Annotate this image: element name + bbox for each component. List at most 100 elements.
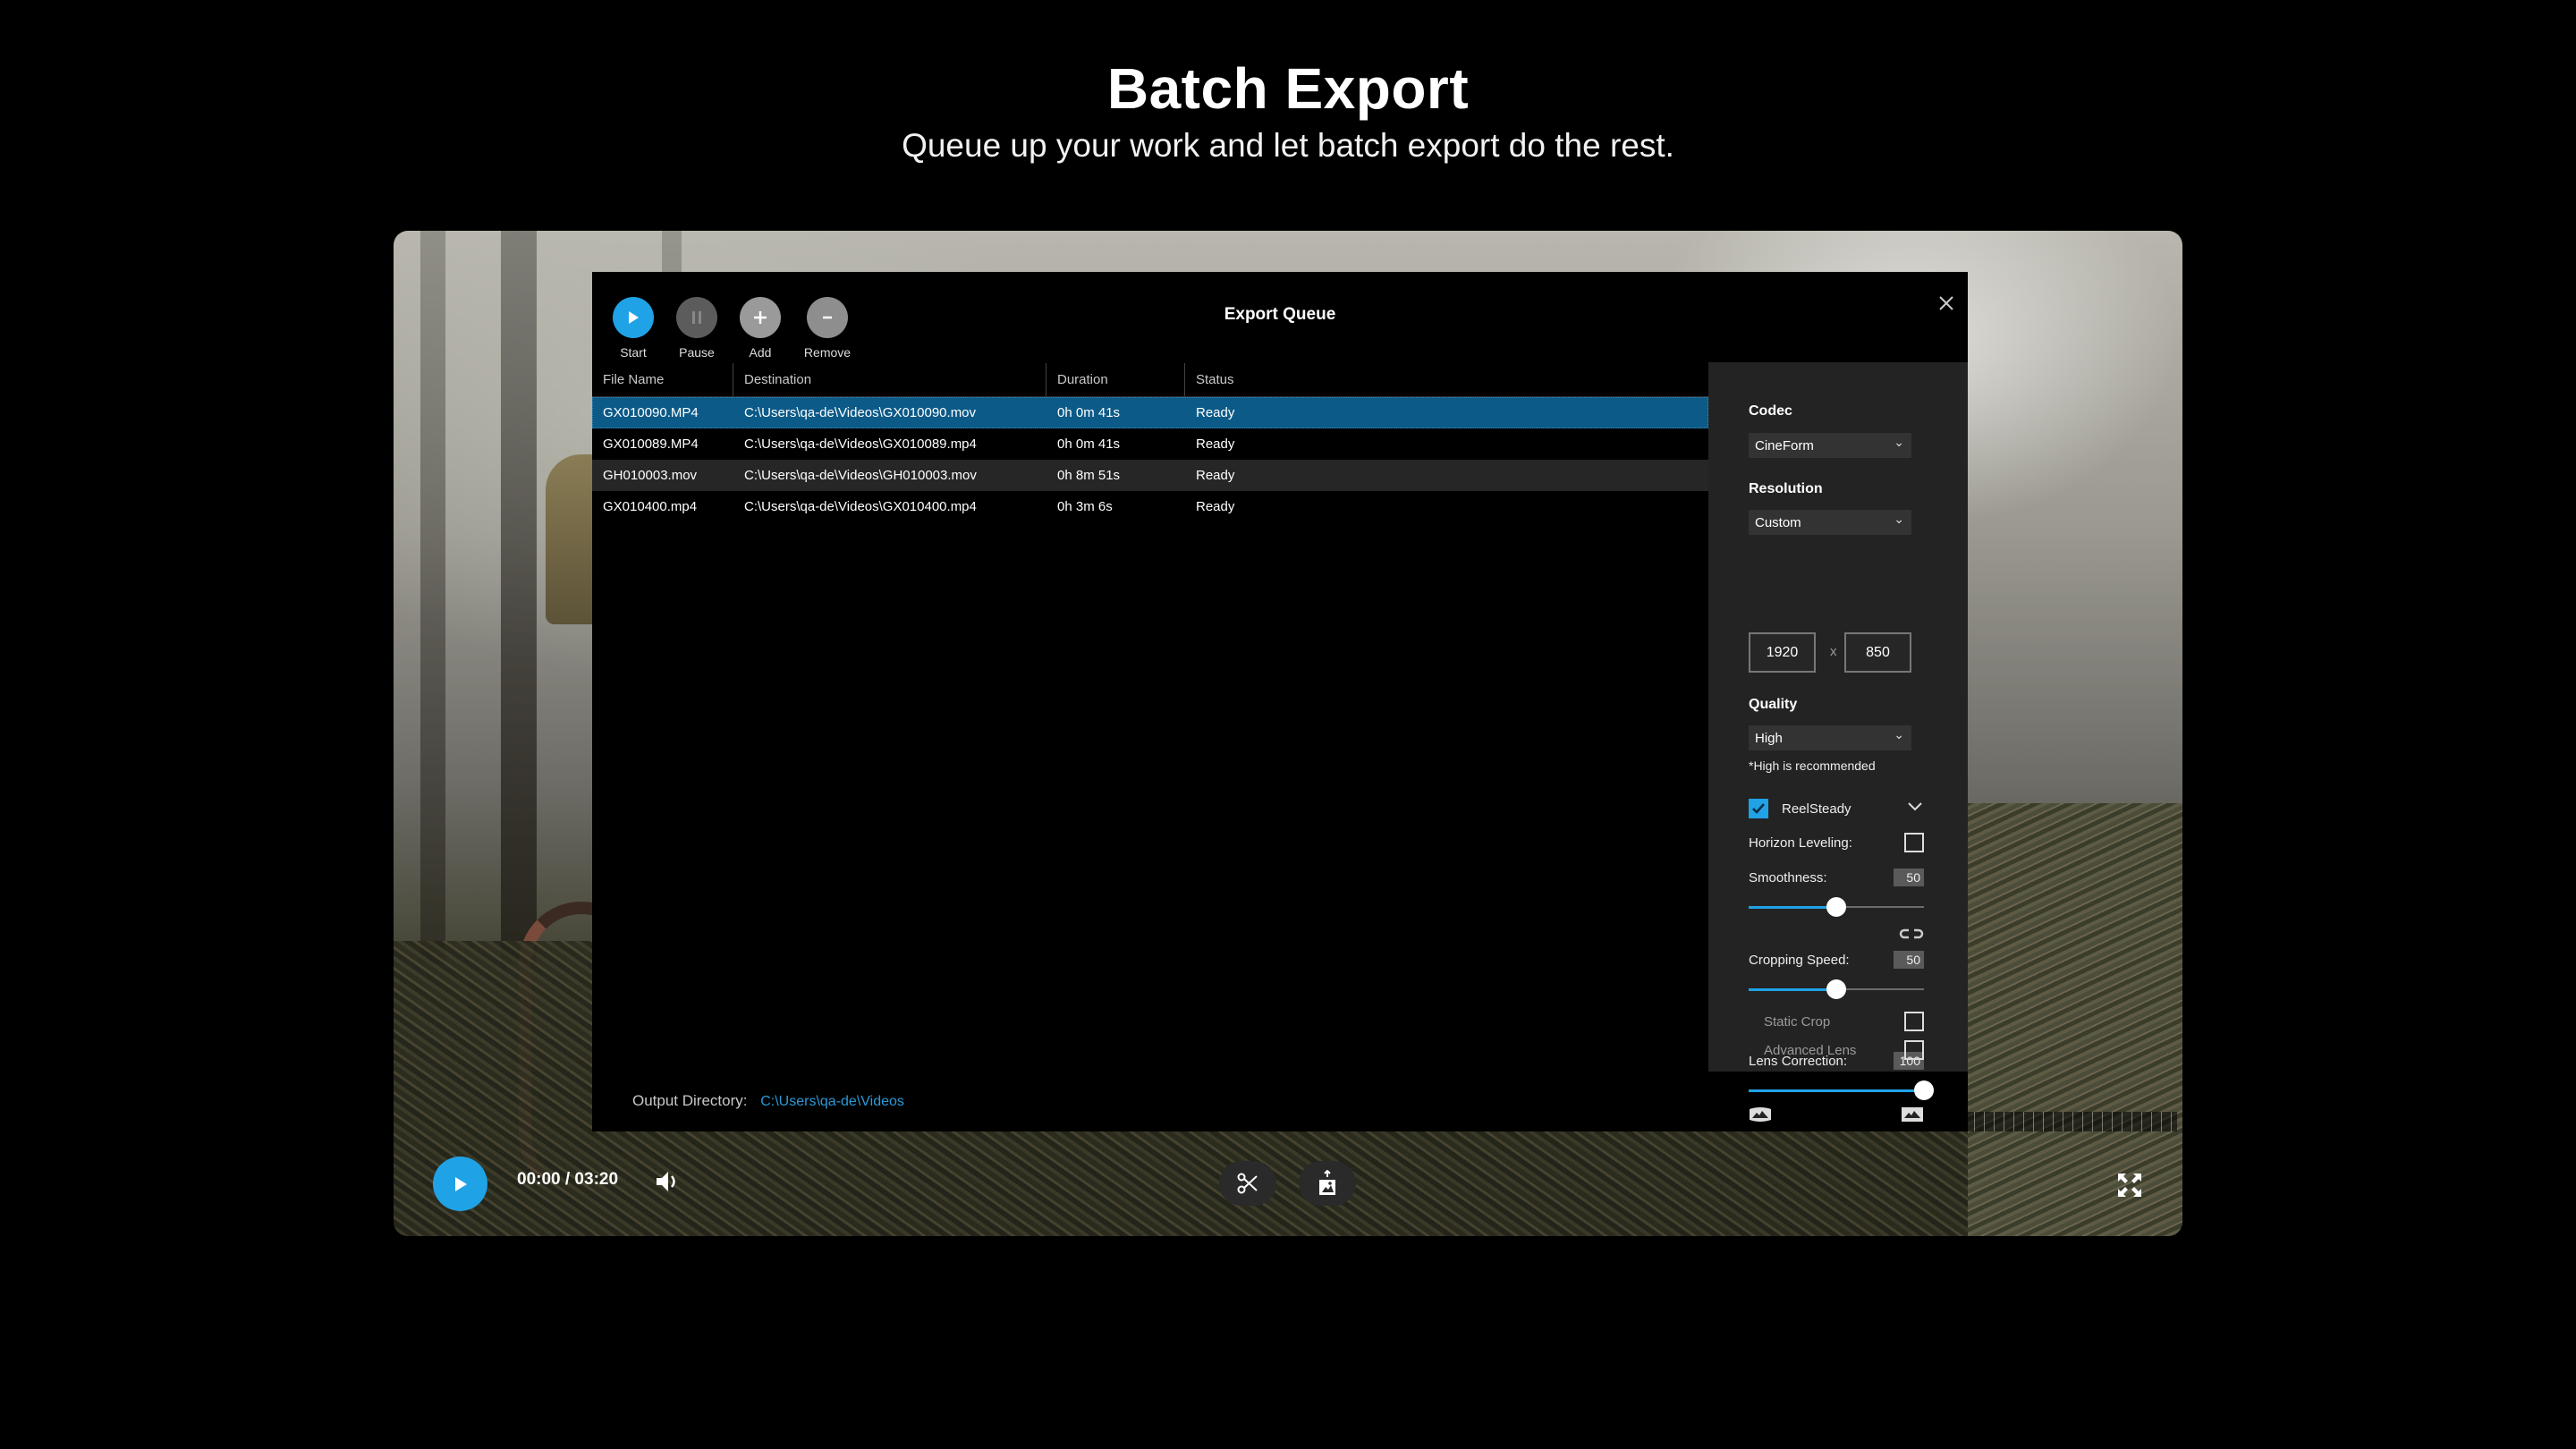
- linear-lens-icon: [1901, 1106, 1924, 1128]
- trim-button[interactable]: [1219, 1161, 1276, 1206]
- pause-icon: [692, 311, 701, 324]
- resolution-separator: x: [1830, 644, 1837, 659]
- horizon-leveling-row: Horizon Leveling:: [1749, 833, 1924, 854]
- resolution-width-input[interactable]: 1920: [1749, 632, 1816, 673]
- cell-duration: 0h 8m 51s: [1057, 468, 1121, 483]
- cell-destination: C:\Users\qa-de\Videos\GX010089.mp4: [744, 436, 977, 452]
- fisheye-icon: [1749, 1106, 1772, 1128]
- cell-status: Ready: [1196, 436, 1235, 452]
- quality-hint: *High is recommended: [1749, 758, 1876, 773]
- player-timecode: 00:00 / 03:20: [517, 1170, 619, 1189]
- chevron-down-icon: ⌄: [1894, 727, 1904, 741]
- play-icon: [629, 311, 639, 324]
- page-subtitle: Queue up your work and let batch export …: [902, 127, 1674, 164]
- column-header-status[interactable]: Status: [1185, 363, 1708, 396]
- remove-button[interactable]: Remove: [802, 297, 852, 360]
- ground-texture-right: [1968, 803, 2182, 1236]
- smoothness-value: 50: [1894, 869, 1924, 886]
- add-button[interactable]: Add: [739, 297, 782, 360]
- minus-icon: [823, 316, 832, 319]
- chevron-down-icon: ⌄: [1894, 435, 1904, 449]
- slider-thumb[interactable]: [1914, 1080, 1934, 1100]
- slider-fill: [1749, 906, 1836, 909]
- lens-correction-slider[interactable]: [1749, 1080, 1934, 1100]
- reelsteady-checkbox[interactable]: [1749, 799, 1768, 818]
- cell-duration: 0h 0m 41s: [1057, 405, 1121, 420]
- column-header-destination[interactable]: Destination: [733, 363, 1046, 396]
- link-toggle[interactable]: [1899, 928, 1924, 945]
- volume-button[interactable]: [653, 1167, 682, 1200]
- cell-file-name: GX010400.mp4: [603, 499, 698, 514]
- cell-duration: 0h 0m 41s: [1057, 436, 1121, 452]
- codec-value: CineForm: [1755, 438, 1814, 453]
- table-row[interactable]: GX010090.MP4 C:\Users\qa-de\Videos\GX010…: [592, 397, 1708, 428]
- chevron-down-icon: ⌄: [1894, 512, 1904, 526]
- fullscreen-button[interactable]: [2116, 1172, 2143, 1203]
- cell-destination: C:\Users\qa-de\Videos\GX010400.mp4: [744, 499, 977, 514]
- horizon-leveling-label: Horizon Leveling:: [1749, 835, 1852, 851]
- table-row[interactable]: GX010089.MP4 C:\Users\qa-de\Videos\GX010…: [592, 428, 1708, 460]
- reelsteady-expand[interactable]: [1906, 797, 1924, 818]
- resolution-value: Custom: [1755, 515, 1801, 530]
- resolution-select[interactable]: Custom ⌄: [1749, 510, 1911, 535]
- resolution-label: Resolution: [1749, 481, 1823, 496]
- cell-status: Ready: [1196, 405, 1235, 420]
- player-play-button[interactable]: [433, 1157, 487, 1211]
- cell-duration: 0h 3m 6s: [1057, 499, 1113, 514]
- export-frame-button[interactable]: [1299, 1161, 1356, 1206]
- codec-select[interactable]: CineForm ⌄: [1749, 433, 1911, 458]
- reelsteady-row: ReelSteady: [1749, 799, 1924, 820]
- close-button[interactable]: [1928, 290, 1964, 317]
- cell-file-name: GH010003.mov: [603, 468, 698, 483]
- export-queue-table: File Name Destination Duration Status GX…: [592, 363, 1708, 522]
- cell-file-name: GX010090.MP4: [603, 405, 699, 420]
- table-header: File Name Destination Duration Status: [592, 363, 1708, 397]
- play-icon: [454, 1176, 467, 1191]
- cell-status: Ready: [1196, 468, 1235, 483]
- volume-icon: [657, 1172, 675, 1191]
- cropping-speed-row: Cropping Speed: 50: [1749, 951, 1924, 970]
- resolution-height-input[interactable]: 850: [1844, 632, 1911, 673]
- cell-destination: C:\Users\qa-de\Videos\GH010003.mov: [744, 468, 977, 483]
- horizon-leveling-checkbox[interactable]: [1904, 833, 1924, 852]
- page-title: Batch Export: [1106, 56, 1470, 121]
- column-header-duration[interactable]: Duration: [1046, 363, 1185, 396]
- chevron-down-icon: [1908, 802, 1922, 811]
- column-header-file-name[interactable]: File Name: [592, 363, 733, 396]
- fullscreen-icon: [2118, 1174, 2141, 1197]
- cropping-speed-value: 50: [1894, 951, 1924, 969]
- table-row[interactable]: GX010400.mp4 C:\Users\qa-de\Videos\GX010…: [592, 491, 1708, 522]
- smoothness-label: Smoothness:: [1749, 870, 1827, 886]
- checkmark-icon: [1752, 803, 1765, 814]
- output-directory-label: Output Directory:: [632, 1092, 748, 1109]
- start-button[interactable]: Start: [612, 297, 655, 360]
- queue-toolbar: Start Pause Add Remove: [612, 297, 852, 360]
- slider-thumb[interactable]: [1826, 897, 1846, 917]
- quality-select[interactable]: High ⌄: [1749, 725, 1911, 750]
- close-icon: [1939, 296, 1953, 310]
- output-directory-link[interactable]: C:\Users\qa-de\Videos: [760, 1094, 904, 1109]
- link-icon: [1899, 928, 1924, 939]
- static-crop-checkbox[interactable]: [1904, 1012, 1924, 1031]
- smoothness-slider[interactable]: [1749, 897, 1924, 917]
- remove-label: Remove: [803, 345, 852, 360]
- advanced-lens-row: Advanced Lens: [1749, 1040, 1924, 1062]
- plus-icon: [754, 311, 767, 324]
- pause-button[interactable]: Pause: [675, 297, 718, 360]
- table-row[interactable]: GH010003.mov C:\Users\qa-de\Videos\GH010…: [592, 460, 1708, 491]
- slider-thumb[interactable]: [1826, 979, 1846, 999]
- timeline-scrubber[interactable]: [1964, 1112, 2177, 1131]
- cell-file-name: GX010089.MP4: [603, 436, 699, 452]
- advanced-lens-checkbox[interactable]: [1904, 1040, 1924, 1060]
- export-settings-panel: Codec CineForm ⌄ Resolution Custom ⌄ 192…: [1708, 362, 1968, 1122]
- codec-label: Codec: [1749, 403, 1792, 419]
- background-tree: [501, 231, 537, 964]
- cell-status: Ready: [1196, 499, 1235, 514]
- export-queue-dialog: Export Queue Start Pause Add Remove File…: [592, 272, 1968, 1131]
- quality-value: High: [1755, 731, 1783, 746]
- cropping-speed-label: Cropping Speed:: [1749, 953, 1850, 968]
- advanced-lens-label: Advanced Lens: [1764, 1043, 1857, 1058]
- cropping-speed-slider[interactable]: [1749, 979, 1924, 999]
- reelsteady-label: ReelSteady: [1782, 801, 1852, 817]
- static-crop-label: Static Crop: [1764, 1014, 1831, 1030]
